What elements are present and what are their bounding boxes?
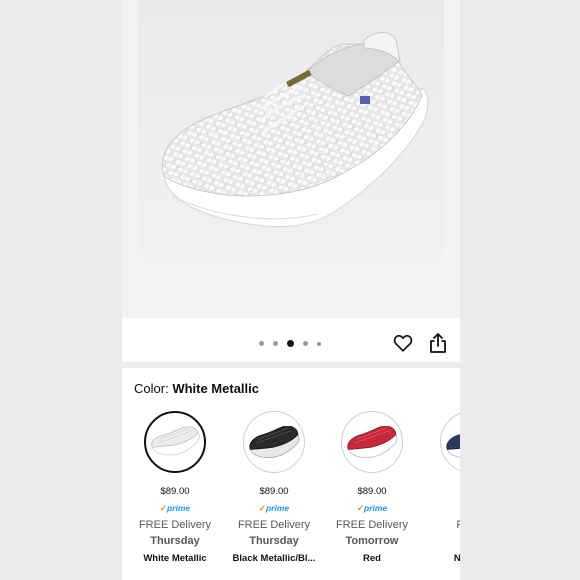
delivery-day: Thursday: [150, 535, 200, 547]
swatch-color-name: White Metallic: [143, 553, 207, 564]
navy-shoe-thumbnail: [446, 434, 460, 458]
delivery-text: FREE Delivery: [138, 519, 212, 531]
prime-badge: ✓prime: [126, 503, 224, 514]
carousel-dot[interactable]: [259, 341, 264, 346]
carousel-dot[interactable]: [317, 341, 321, 346]
delivery-text: FREE Delivery: [335, 519, 409, 531]
heart-icon: [393, 335, 413, 352]
swatch-price: $89.00: [259, 486, 289, 497]
delivery-day: Tomorrow: [345, 535, 399, 547]
swatch-thumbnail[interactable]: [440, 411, 460, 473]
carousel-dot-active[interactable]: [287, 340, 294, 347]
color-label-prefix: Color:: [134, 381, 169, 396]
right-backdrop: [460, 0, 580, 580]
prime-badge: ✓: [422, 503, 460, 514]
swatch-price: $: [422, 486, 460, 497]
carousel-dot[interactable]: [273, 341, 278, 346]
share-button[interactable]: [428, 332, 448, 354]
wishlist-button[interactable]: [392, 332, 414, 354]
prime-badge: ✓prime: [323, 503, 421, 514]
swatch-thumbnail[interactable]: [243, 411, 305, 473]
red-shoe-thumbnail: [347, 426, 398, 458]
prime-check-icon: ✓: [356, 503, 364, 513]
delivery-day: Thursday: [249, 535, 299, 547]
image-toolbar: [122, 318, 460, 362]
swatch-thumbnail[interactable]: [341, 411, 403, 473]
color-swatch-black-metallic[interactable]: $89.00 ✓prime FREE Delivery Thursday Bla…: [225, 408, 323, 564]
swatch-color-name: Black Metallic/Bl...: [232, 553, 316, 564]
white-shoe-illustration: [161, 32, 429, 228]
product-photo: [138, 0, 444, 262]
product-page: Color: White Metallic $89.00 ✓prime FREE…: [122, 0, 460, 580]
color-swatch-list: $89.00 ✓prime FREE Delivery Thursday Whi…: [122, 408, 460, 580]
prime-check-icon: ✓: [159, 503, 167, 513]
swatch-price: $89.00: [160, 486, 190, 497]
delivery-text: FREE Delivery: [237, 519, 311, 531]
white-shoe-thumbnail: [151, 426, 200, 456]
left-backdrop: [0, 0, 122, 580]
carousel-dot[interactable]: [303, 341, 308, 346]
delivery-day: Th: [422, 535, 460, 547]
prime-badge: ✓prime: [225, 503, 323, 514]
carousel-dots: [259, 340, 321, 347]
color-label: Color: White Metallic: [134, 381, 259, 396]
product-image[interactable]: [122, 0, 460, 318]
color-swatch-white-metallic[interactable]: $89.00 ✓prime FREE Delivery Thursday Whi…: [126, 408, 224, 564]
color-swatch-navy[interactable]: $ ✓ FREE Th Navy/W: [422, 408, 460, 564]
selected-color-value: White Metallic: [172, 381, 259, 396]
prime-label: prime: [166, 503, 191, 513]
swatch-color-name: Navy/W: [453, 553, 460, 564]
black-shoe-thumbnail: [249, 426, 300, 458]
swatch-price: $89.00: [357, 486, 387, 497]
swatch-color-name: Red: [363, 553, 381, 564]
swatch-thumbnail[interactable]: [144, 411, 206, 473]
prime-check-icon: ✓: [258, 503, 266, 513]
prime-label: prime: [363, 503, 388, 513]
section-divider: [122, 362, 460, 368]
share-icon: [430, 333, 446, 353]
delivery-text: FREE: [456, 519, 460, 531]
color-swatch-red[interactable]: $89.00 ✓prime FREE Delivery Tomorrow Red: [323, 408, 421, 564]
prime-label: prime: [265, 503, 290, 513]
